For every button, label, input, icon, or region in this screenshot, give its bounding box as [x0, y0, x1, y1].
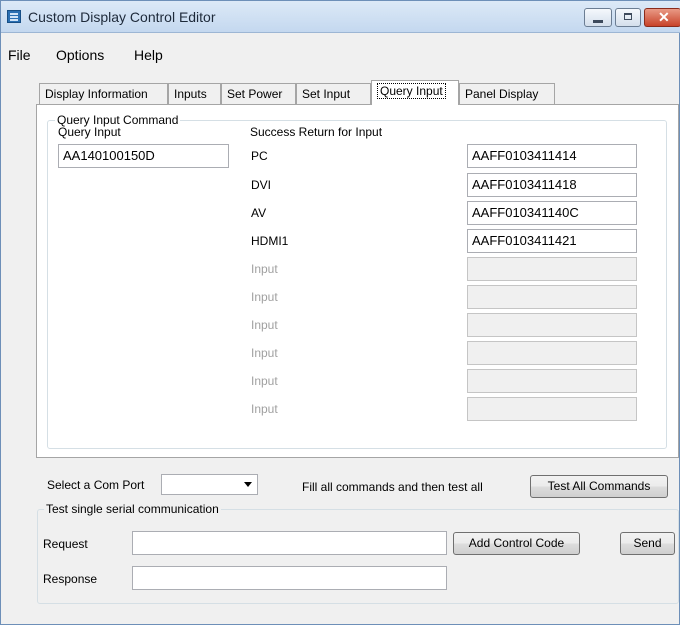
minimize-button[interactable]	[584, 8, 612, 27]
input-label-hdmi1: HDMI1	[251, 234, 289, 248]
response-label: Response	[43, 572, 98, 586]
tab-query-input[interactable]: Query Input	[371, 80, 459, 105]
send-button[interactable]: Send	[620, 532, 675, 555]
success-return-field-7	[467, 313, 637, 337]
tab-label: Inputs	[174, 87, 207, 101]
close-icon: ✕	[658, 9, 670, 25]
input-label-av: AV	[251, 206, 267, 220]
success-return-field-9	[467, 369, 637, 393]
input-label-6: Input	[251, 290, 278, 304]
success-return-field-6	[467, 285, 637, 309]
com-port-label: Select a Com Port	[47, 478, 145, 492]
fill-commands-text: Fill all commands and then test all	[302, 480, 483, 494]
tab-label: Panel Display	[465, 87, 539, 101]
main-window: Custom Display Control Editor ✕ File Opt…	[0, 0, 680, 625]
input-label-7: Input	[251, 318, 278, 332]
chevron-down-icon	[244, 482, 252, 487]
success-return-field-8	[467, 341, 637, 365]
success-return-field-av[interactable]: AAFF010341140C	[467, 201, 637, 225]
success-return-field-10	[467, 397, 637, 421]
menu-file[interactable]: File	[8, 47, 31, 63]
add-control-code-button[interactable]: Add Control Code	[453, 532, 580, 555]
close-button[interactable]: ✕	[644, 8, 680, 27]
input-label-5: Input	[251, 262, 278, 276]
input-label-pc: PC	[251, 149, 268, 163]
query-input-panel: Query Input Command Query Input Success …	[36, 104, 679, 458]
app-icon	[7, 10, 21, 23]
serial-group-caption: Test single serial communication	[44, 502, 221, 516]
minimize-icon	[593, 20, 603, 23]
input-label-dvi: DVI	[251, 178, 272, 192]
input-label-8: Input	[251, 346, 278, 360]
success-return-field-hdmi1[interactable]: AAFF0103411421	[467, 229, 637, 253]
success-return-field-dvi[interactable]: AAFF0103411418	[467, 173, 637, 197]
input-label-10: Input	[251, 402, 278, 416]
query-input-label: Query Input	[58, 125, 121, 139]
test-all-commands-button[interactable]: Test All Commands	[530, 475, 668, 498]
response-field[interactable]	[132, 566, 447, 590]
maximize-button[interactable]	[615, 8, 641, 27]
request-label: Request	[43, 537, 88, 551]
tab-label: Query Input	[377, 83, 446, 99]
success-return-field-pc[interactable]: AAFF0103411414	[467, 144, 637, 168]
maximize-icon	[624, 13, 632, 20]
tab-panel-display[interactable]: Panel Display	[459, 83, 555, 104]
success-return-label: Success Return for Input	[250, 125, 383, 139]
tab-label: Set Input	[302, 87, 351, 101]
success-return-field-5	[467, 257, 637, 281]
com-port-select[interactable]	[161, 474, 258, 495]
input-label-9: Input	[251, 374, 278, 388]
window-title: Custom Display Control Editor	[28, 9, 216, 25]
tab-set-power[interactable]: Set Power	[221, 83, 296, 104]
request-field[interactable]	[132, 531, 447, 555]
menu-help[interactable]: Help	[134, 47, 163, 63]
tab-display-information[interactable]: Display Information	[39, 83, 168, 104]
tab-set-input[interactable]: Set Input	[296, 83, 371, 104]
tab-inputs[interactable]: Inputs	[168, 83, 221, 104]
title-bar[interactable]: Custom Display Control Editor ✕	[1, 1, 680, 33]
query-input-group: Query Input Command Query Input Success …	[47, 113, 667, 449]
tab-label: Set Power	[227, 87, 283, 101]
menu-bar: File Options Help	[1, 47, 680, 69]
query-input-field[interactable]: AA140100150D	[58, 144, 229, 168]
menu-options[interactable]: Options	[56, 47, 104, 63]
tab-label: Display Information	[45, 87, 148, 101]
serial-test-group: Test single serial communication Request…	[37, 502, 679, 604]
